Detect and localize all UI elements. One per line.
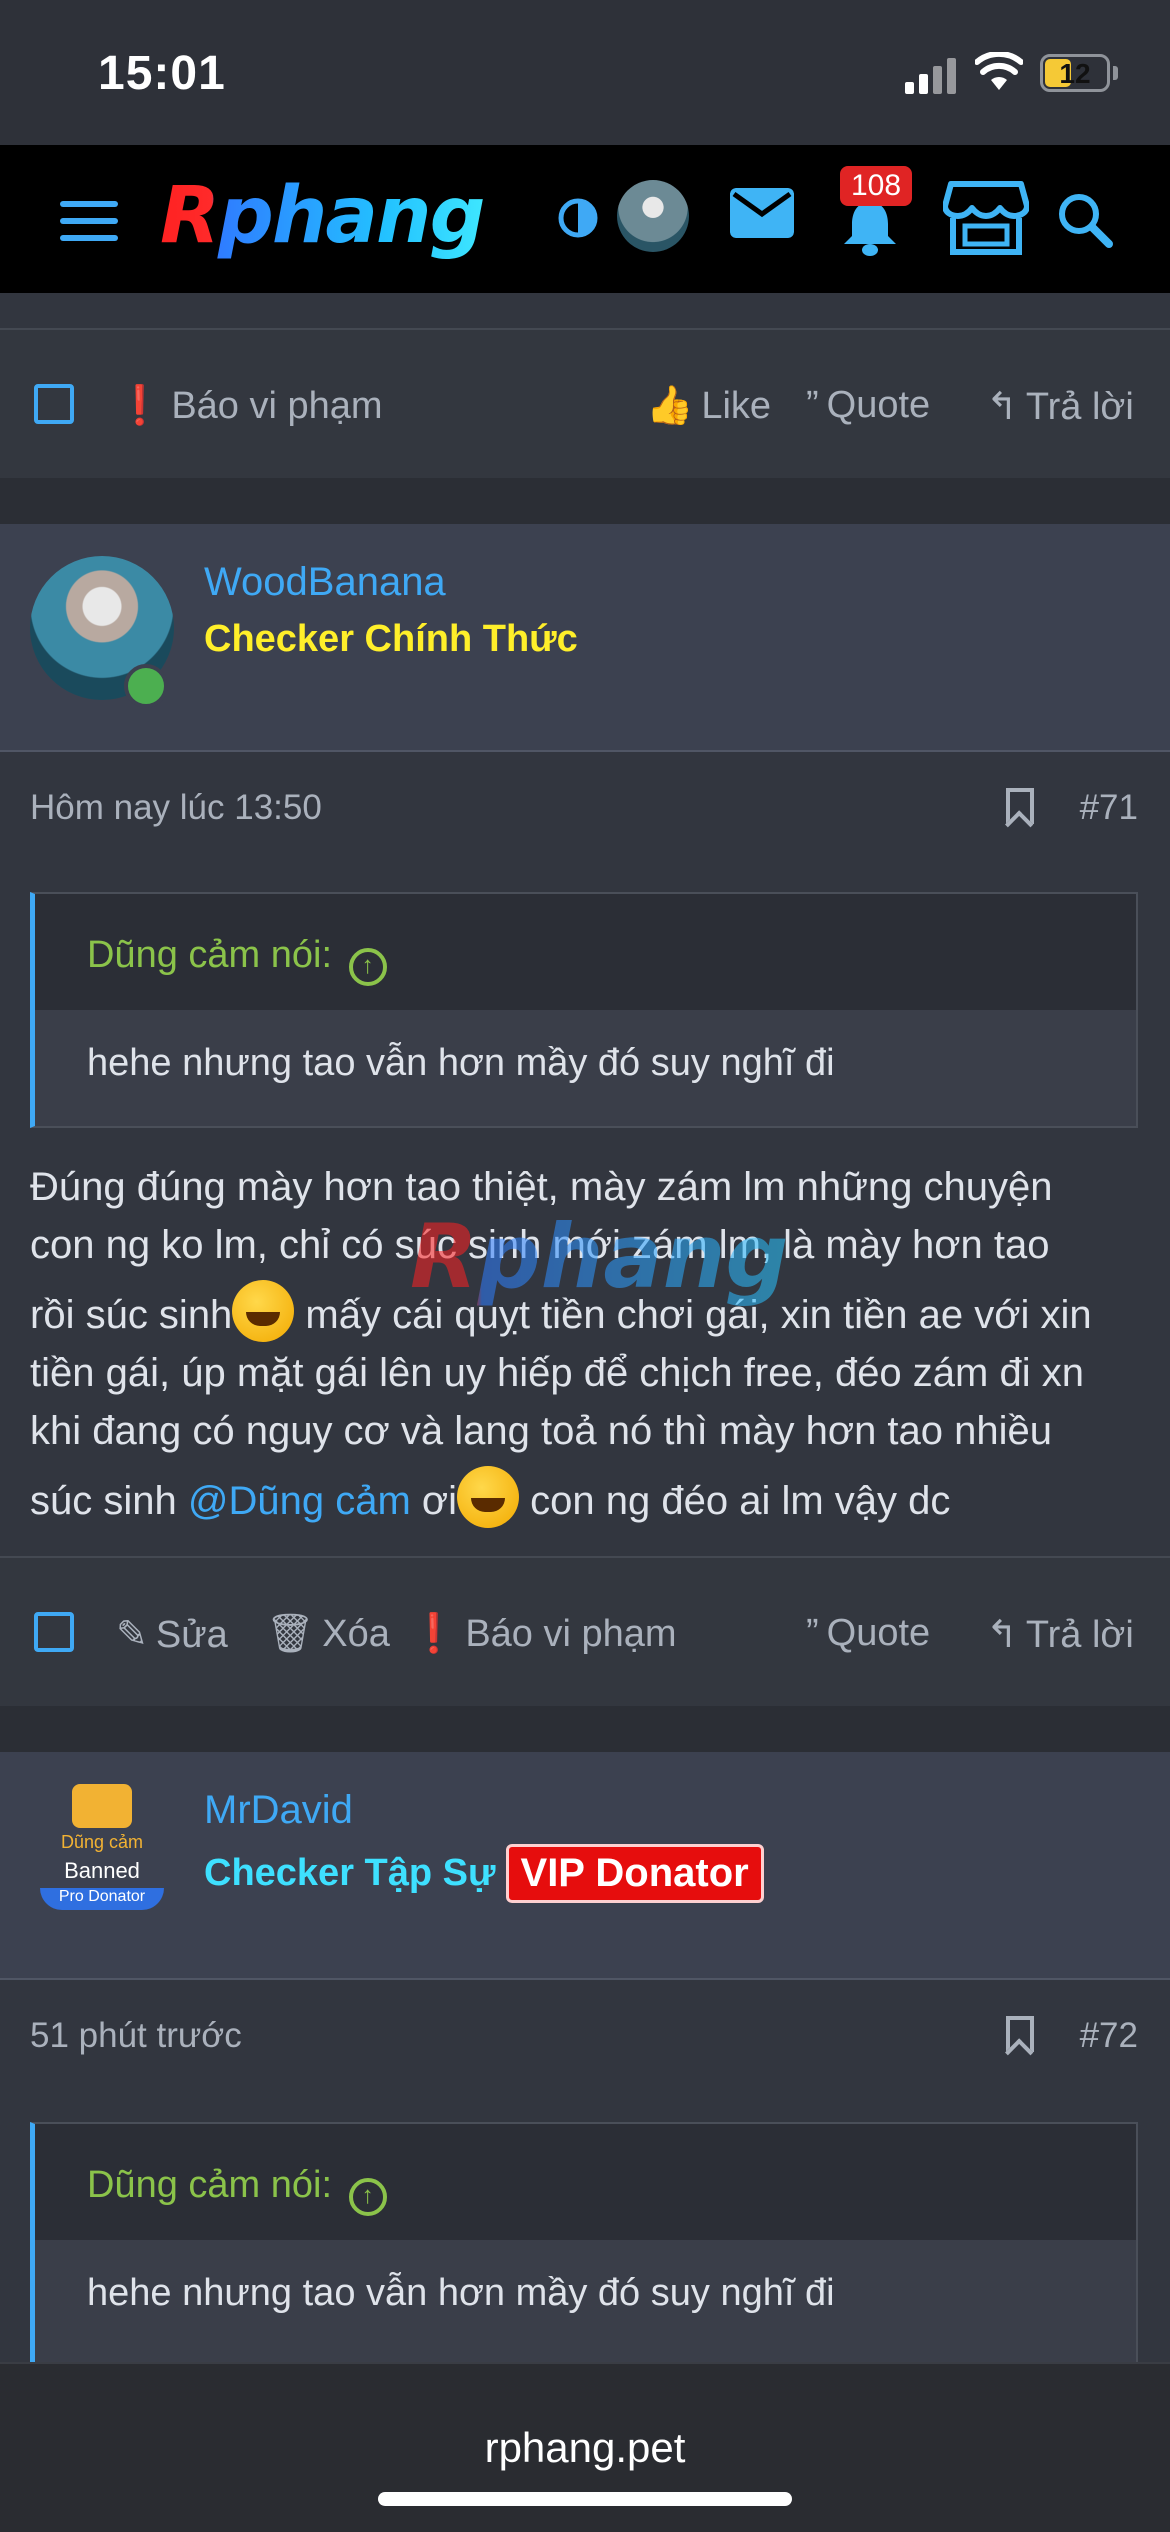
user-mention[interactable]: @Dũng cảm	[188, 1479, 411, 1523]
author-name[interactable]: MrDavid	[204, 1788, 353, 1833]
alert-icon: ❗	[410, 1613, 458, 1655]
post-72-author: Dũng cảm Banned Pro Donator MrDavid Chec…	[0, 1752, 1170, 1980]
store-icon[interactable]	[943, 180, 1029, 256]
avatar-text: Dũng cảm	[60, 1832, 144, 1852]
status-time: 15:01	[98, 47, 226, 100]
quote-block: Dũng cảm nói: ↑ hehe nhưng tao vẫn hơn m…	[30, 2122, 1138, 2362]
thumb-up-icon: 👍	[646, 385, 694, 427]
quote-icon: ”	[806, 384, 819, 426]
body-line: khi đang có nguy cơ và lang toả nó thì m…	[30, 1409, 1053, 1453]
arrow-up-circle-icon[interactable]: ↑	[348, 948, 387, 986]
bell-icon[interactable]	[840, 200, 900, 256]
body-line: tiền gái, úp mặt gái lên uy hiếp để chịc…	[30, 1351, 1084, 1395]
edit-label: Sửa	[155, 1614, 228, 1656]
body-text: rồi súc sinh	[30, 1293, 233, 1337]
author-avatar[interactable]: Dũng cảm Banned Pro Donator	[40, 1784, 164, 1934]
quote-header: Dũng cảm nói: ↑	[35, 894, 1136, 1010]
signal-icon	[905, 58, 957, 94]
battery-level: 12	[1059, 58, 1091, 89]
quote-block: Dũng cảm nói: ↑ hehe nhưng tao vẫn hơn m…	[30, 892, 1138, 1128]
bookmark-icon[interactable]	[1006, 788, 1034, 824]
watermark-logo: Rphang	[410, 1205, 789, 1308]
url-text[interactable]: rphang.pet	[0, 2424, 1170, 2472]
quote-body: hehe nhưng tao vẫn hơn mầy đó suy nghĩ đ…	[35, 2240, 1136, 2362]
online-indicator	[124, 664, 168, 708]
bookmark-icon[interactable]	[1006, 2016, 1034, 2052]
quote-icon: ”	[806, 1612, 819, 1654]
quote-button[interactable]: ” Quote	[806, 1612, 930, 1655]
report-label: Báo vi phạm	[171, 385, 383, 427]
rofl-emoji-icon	[457, 1466, 520, 1528]
battery-icon: 12	[1040, 54, 1110, 92]
body-text: súc sinh	[30, 1479, 188, 1523]
author-title: Checker Chính Thức	[204, 618, 578, 660]
author-title-row: Checker Tập Sự VIP Donator	[204, 1844, 764, 1903]
quote-author-label: Dũng cảm nói:	[87, 2164, 333, 2206]
alert-icon: ❗	[116, 385, 164, 427]
home-indicator[interactable]	[378, 2492, 792, 2506]
quote-label: Quote	[826, 1612, 931, 1654]
post-time[interactable]: 51 phút trước	[30, 2016, 242, 2056]
post-70-actions: ❗ Báo vi phạm 👍 Like ” Quote ↰ Trả lời	[0, 328, 1170, 478]
post-number[interactable]: #72	[1080, 2016, 1138, 2056]
post-separator	[0, 478, 1170, 524]
delete-button[interactable]: 🗑 Xóa	[266, 1612, 390, 1656]
author-title: Checker Tập Sự	[204, 1852, 496, 1894]
user-avatar[interactable]	[617, 180, 689, 252]
edit-button[interactable]: ✎ Sửa	[116, 1612, 228, 1657]
site-logo[interactable]: Rphang	[160, 171, 485, 261]
avatar-text: Pro Donator	[40, 1888, 164, 1910]
body-text: con ng đéo ai lm vậy dc	[519, 1479, 951, 1523]
post-71-actions: ✎ Sửa 🗑 Xóa ❗ Báo vi phạm ” Quote ↰ Trả lời	[0, 1556, 1170, 1706]
quote-label: Quote	[826, 384, 931, 426]
avatar-text: Banned	[64, 1858, 140, 1883]
battery-tip	[1113, 66, 1118, 80]
reply-button[interactable]: ↰ Trả lời	[986, 1612, 1134, 1657]
report-button[interactable]: ❗ Báo vi phạm	[116, 384, 383, 428]
body-line: súc sinh @Dũng cảm ơi con ng đéo ai lm v…	[30, 1466, 1140, 1530]
post-71-author: WoodBanana Checker Chính Thức	[0, 524, 1170, 752]
like-button[interactable]: 👍 Like	[646, 384, 771, 428]
select-checkbox[interactable]	[34, 1612, 74, 1652]
quote-author[interactable]: Dũng cảm nói: ↑	[87, 934, 387, 986]
vip-badge: VIP Donator	[505, 1844, 764, 1903]
truck-icon	[72, 1784, 132, 1828]
post-separator	[0, 1706, 1170, 1752]
wifi-icon	[975, 52, 1023, 90]
reply-icon: ↰	[986, 386, 1018, 428]
like-label: Like	[701, 385, 772, 427]
menu-icon[interactable]	[60, 201, 118, 241]
trash-icon: 🗑	[266, 1613, 315, 1655]
post-number[interactable]: #71	[1080, 788, 1138, 828]
reply-label: Trả lời	[1025, 386, 1134, 428]
author-name[interactable]: WoodBanana	[204, 560, 446, 605]
quote-body: hehe nhưng tao vẫn hơn mầy đó suy nghĩ đ…	[35, 1010, 1136, 1126]
arrow-up-circle-icon[interactable]: ↑	[348, 2178, 387, 2216]
reply-button[interactable]: ↰ Trả lời	[986, 384, 1134, 429]
quote-text: hehe nhưng tao vẫn hơn mầy đó suy nghĩ đ…	[87, 2272, 835, 2314]
select-checkbox[interactable]	[34, 384, 74, 424]
report-button[interactable]: ❗ Báo vi phạm	[410, 1612, 677, 1656]
status-bar: 15:01 12	[0, 0, 1170, 145]
theme-toggle-icon[interactable]	[557, 197, 599, 239]
quote-author[interactable]: Dũng cảm nói: ↑	[87, 2164, 387, 2216]
reply-icon: ↰	[986, 1614, 1018, 1656]
quote-author-label: Dũng cảm nói:	[87, 934, 333, 976]
rofl-emoji-icon	[232, 1280, 295, 1342]
notification-badge[interactable]: 108	[840, 166, 912, 206]
body-text: ơi	[410, 1479, 458, 1523]
quote-text: hehe nhưng tao vẫn hơn mầy đó suy nghĩ đ…	[87, 1042, 835, 1084]
reply-label: Trả lời	[1025, 1614, 1134, 1656]
mail-icon[interactable]	[730, 188, 794, 238]
delete-label: Xóa	[322, 1613, 390, 1655]
quote-header: Dũng cảm nói: ↑	[35, 2124, 1136, 2240]
post-time[interactable]: Hôm nay lúc 13:50	[30, 788, 322, 828]
report-label: Báo vi phạm	[465, 1613, 677, 1655]
browser-url-bar[interactable]: rphang.pet	[0, 2362, 1170, 2532]
search-icon[interactable]	[1055, 190, 1115, 250]
pencil-icon: ✎	[116, 1614, 148, 1656]
quote-button[interactable]: ” Quote	[806, 384, 930, 427]
